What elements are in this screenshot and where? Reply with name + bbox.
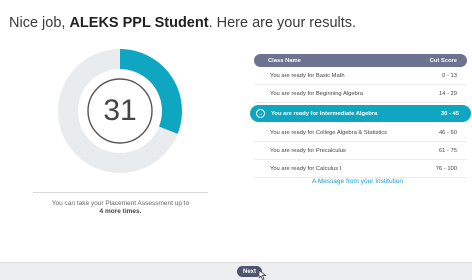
table-row-active: → You are ready for Intermediate Algebra… (250, 105, 471, 122)
table-row: You are ready for Basic Math 0 - 13 (254, 67, 467, 85)
row-cut-score: 0 - 13 (442, 72, 457, 79)
table-row: You are ready for Beginning Algebra 14 -… (254, 85, 467, 103)
student-name: ALEKS PPL Student (69, 15, 209, 31)
footer-bar (0, 262, 472, 280)
score-value: 31 (103, 94, 137, 127)
row-cut-score: 46 - 60 (438, 129, 457, 136)
table-row: You are ready for Precalculus 61 - 75 (254, 142, 467, 160)
row-label: You are ready for College Algebra & Stat… (270, 129, 388, 136)
score-donut: 31 (55, 46, 185, 176)
table-row: You are ready for College Algebra & Stat… (254, 124, 467, 142)
row-cut-score: 30 - 45 (440, 110, 459, 117)
row-label: You are ready for Beginning Algebra (270, 90, 363, 97)
table-row: You are ready for Calculus I 76 - 100 (254, 160, 467, 178)
row-label: You are ready for Basic Math (270, 72, 345, 79)
attempts-line2: 4 more times. (99, 208, 142, 215)
results-panel: Nice job, ALEKS PPL Student. Here are yo… (0, 0, 472, 262)
cut-score-table: Class Name Cut Score You are ready for B… (250, 54, 471, 178)
column-header-cut: Cut Score (429, 57, 457, 64)
row-label: You are ready for Precalculus (270, 147, 346, 154)
institution-message-link[interactable]: A Message from your Institution (312, 178, 403, 185)
attempts-line1: You can take your Placement Assessment u… (51, 200, 190, 207)
attempts-note: You can take your Placement Assessment u… (33, 200, 208, 216)
divider (33, 192, 208, 193)
page-title: Nice job, ALEKS PPL Student. Here are yo… (9, 15, 357, 31)
row-cut-score: 14 - 29 (438, 90, 457, 97)
arrow-right-icon: → (256, 109, 265, 118)
row-label: You are ready for Calculus I (270, 165, 342, 172)
row-cut-score: 61 - 75 (438, 147, 457, 154)
table-header: Class Name Cut Score (254, 54, 467, 67)
row-cut-score: 76 - 100 (435, 165, 457, 172)
row-label: You are ready for Intermediate Algebra (271, 110, 378, 117)
column-header-class: Class Name (268, 57, 301, 64)
